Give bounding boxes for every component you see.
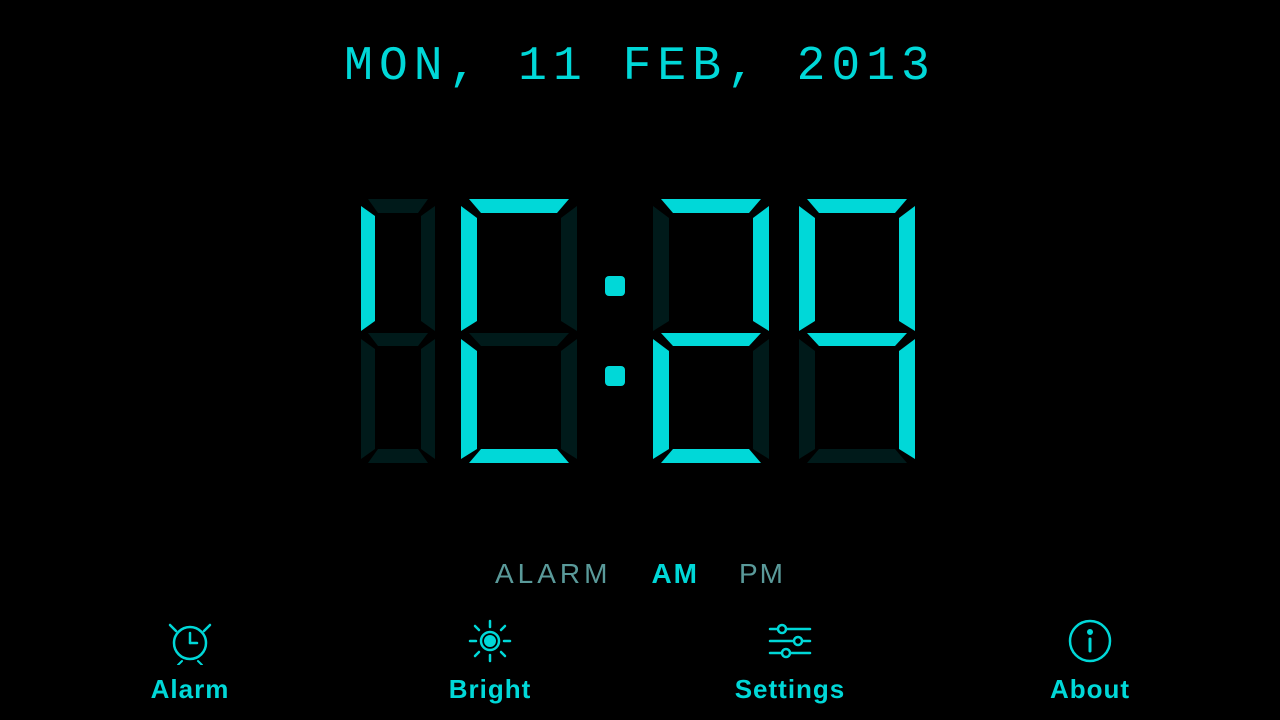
bottom-nav: Alarm Bright (0, 600, 1280, 720)
alarm-nav-label: Alarm (151, 674, 230, 705)
alarm-ampm-row: ALARM AM PM (495, 558, 785, 590)
settings-nav-label: Settings (735, 674, 846, 705)
clock-digits (353, 191, 927, 471)
settings-sliders-icon (765, 616, 815, 666)
clock-area (0, 74, 1280, 588)
info-icon (1065, 616, 1115, 666)
alarm-clock-icon (165, 616, 215, 666)
am-label[interactable]: AM (651, 558, 699, 590)
nav-bright[interactable]: Bright (400, 616, 580, 705)
pm-label[interactable]: PM (739, 558, 785, 590)
alarm-label: ALARM (495, 558, 611, 590)
digit-1 (353, 191, 443, 471)
digit-2 (641, 191, 781, 471)
nav-about[interactable]: About (1000, 616, 1180, 705)
digit-0 (449, 191, 589, 471)
nav-alarm[interactable]: Alarm (100, 616, 280, 705)
colon (595, 191, 635, 471)
digit-9 (787, 191, 927, 471)
brightness-icon (465, 616, 515, 666)
nav-settings[interactable]: Settings (700, 616, 880, 705)
about-nav-label: About (1050, 674, 1130, 705)
bright-nav-label: Bright (449, 674, 532, 705)
